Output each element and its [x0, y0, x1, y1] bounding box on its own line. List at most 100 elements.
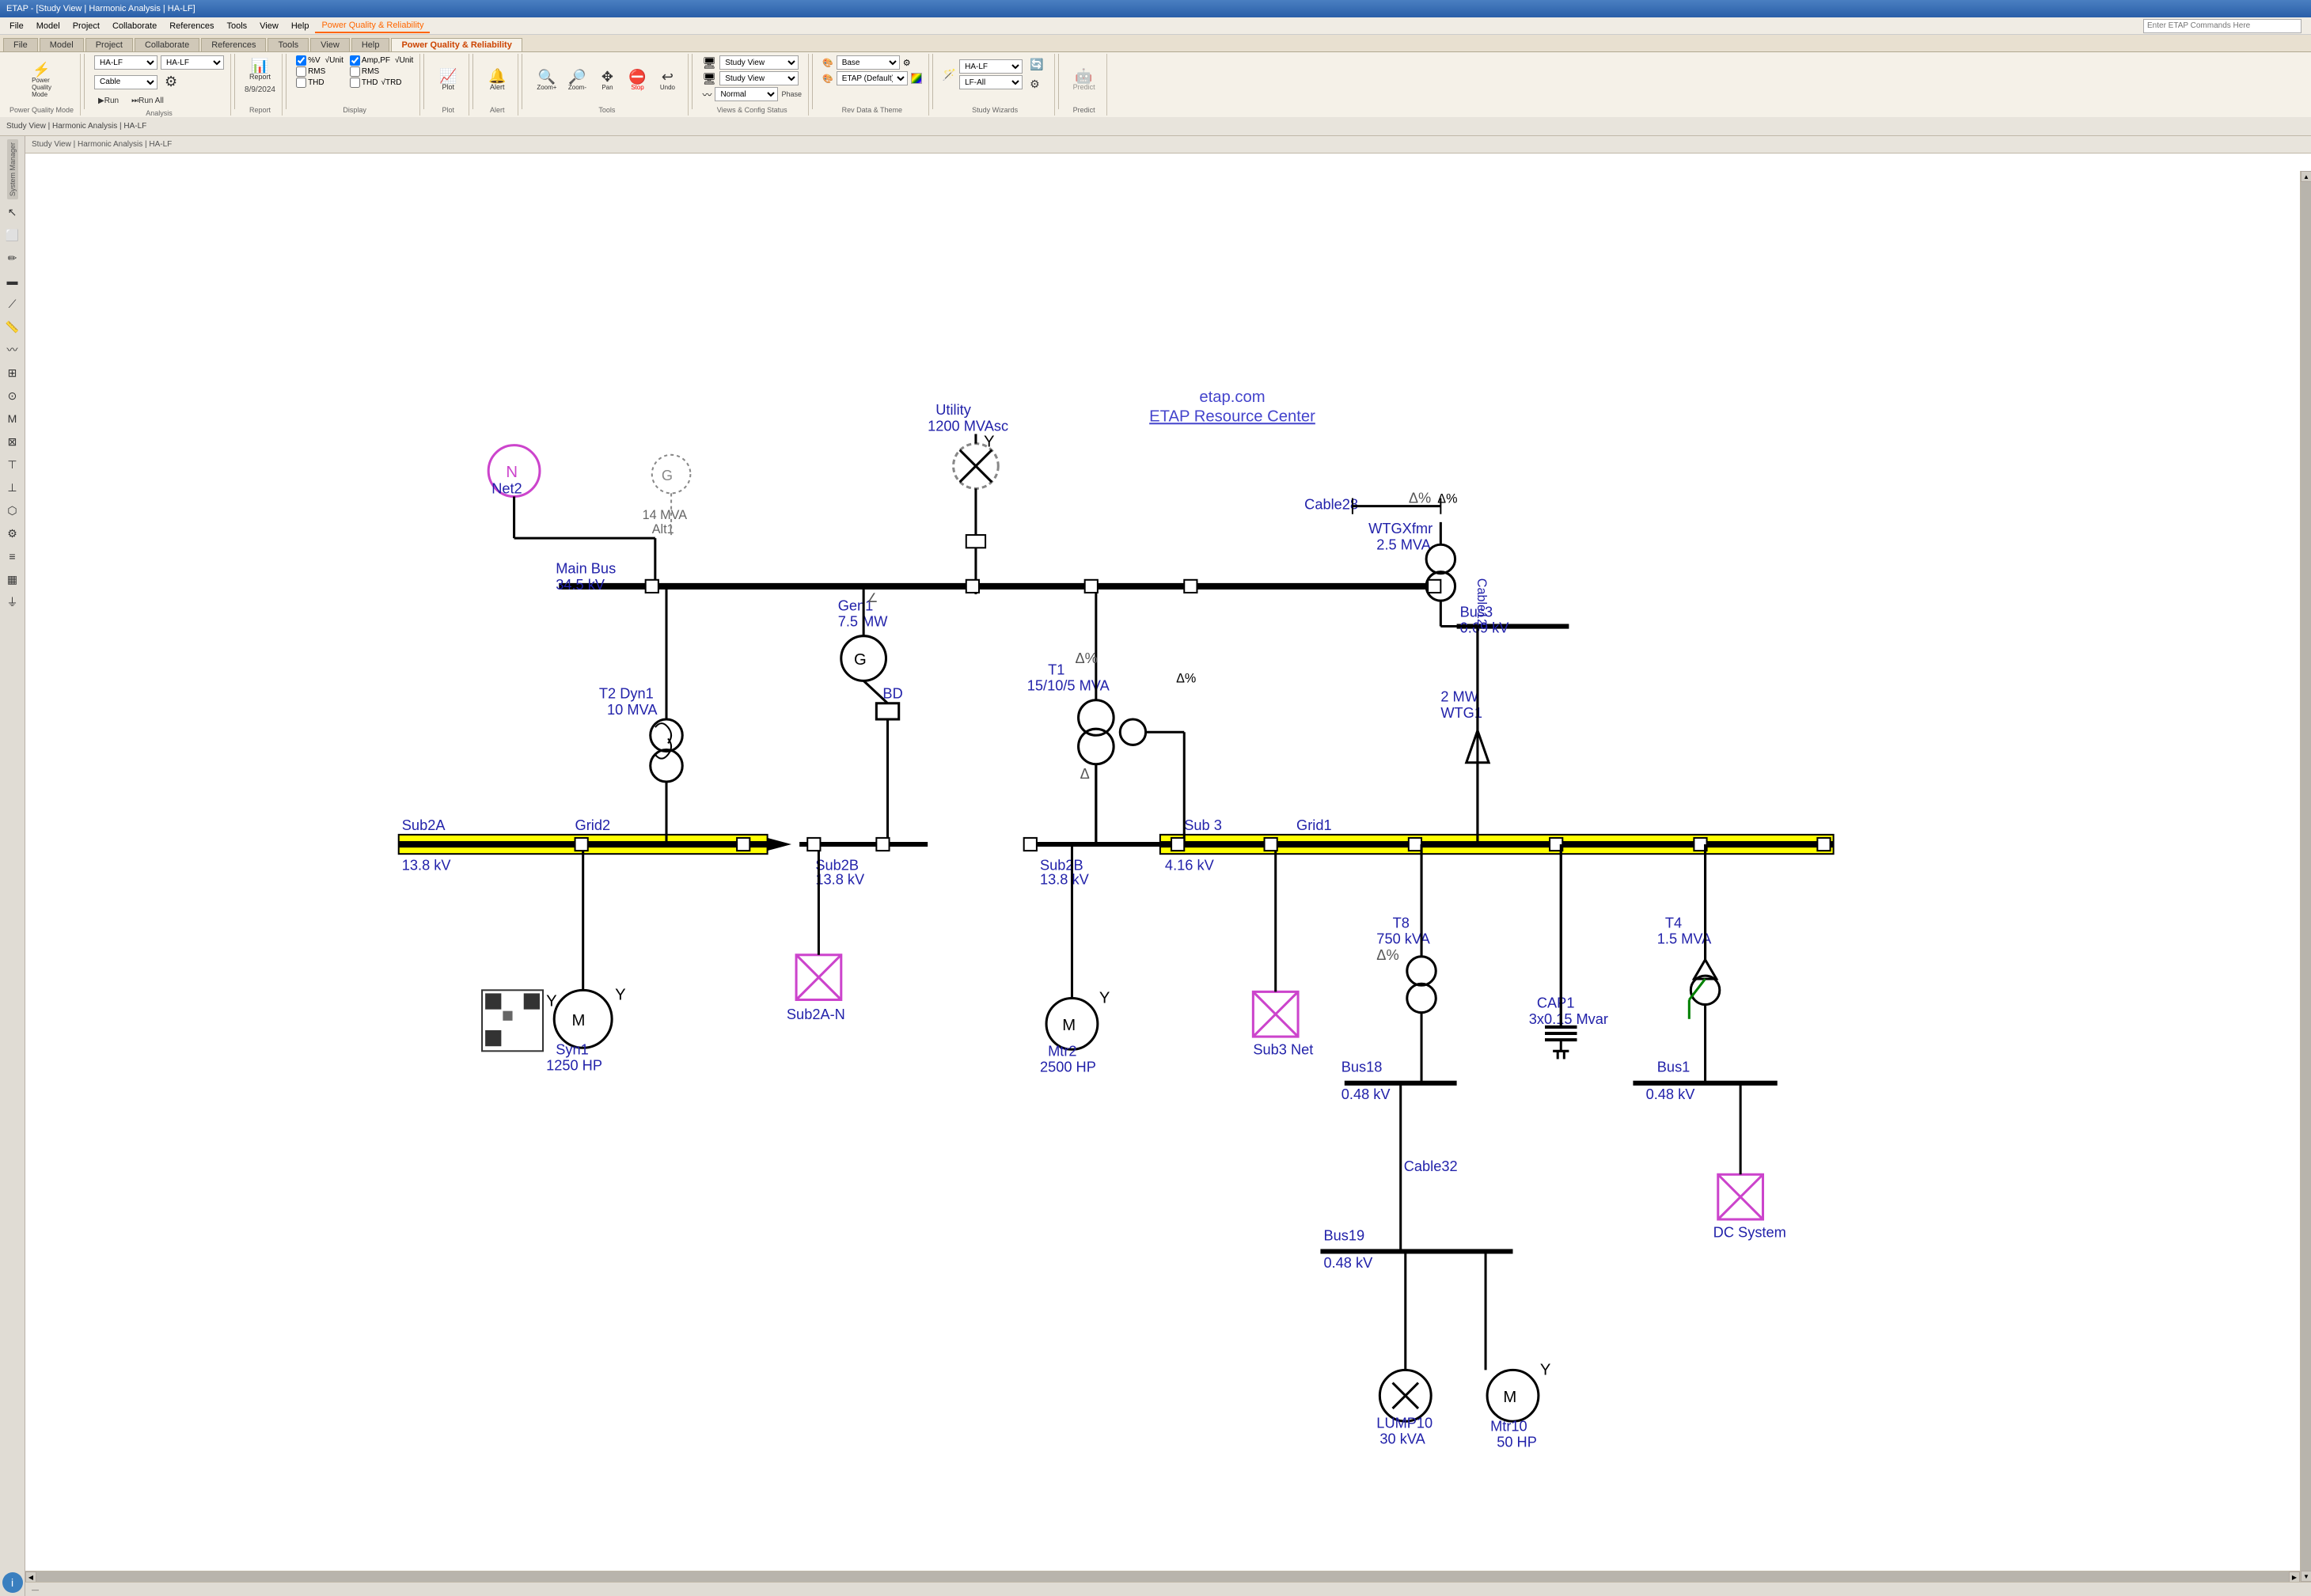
sidebar-load-btn[interactable]: ⊠ [2, 431, 23, 452]
ribbon-tab-pq[interactable]: Power Quality & Reliability [391, 38, 522, 51]
menu-help[interactable]: Help [285, 20, 316, 32]
alert-btn[interactable]: 🔔 Alert [483, 66, 511, 94]
config-icon: 🖥 [702, 72, 716, 85]
analysis-options-btn[interactable]: ⚙ [161, 71, 181, 93]
ribbon-tab-references[interactable]: References [201, 38, 266, 51]
ribbon-tab-project[interactable]: Project [85, 38, 133, 51]
sidebar-connect-btn[interactable]: ⟋ [2, 294, 23, 314]
theme-swatch [911, 73, 922, 84]
menu-model[interactable]: Model [30, 20, 66, 32]
menu-collaborate[interactable]: Collaborate [106, 20, 163, 32]
svg-text:Utility: Utility [935, 401, 971, 418]
ribbon-tab-help[interactable]: Help [351, 38, 390, 51]
rms2-checkbox[interactable] [350, 66, 360, 77]
scroll-up-btn[interactable]: ▲ [2301, 171, 2311, 182]
study-wizard-combo[interactable]: HA-LF [959, 59, 1023, 74]
analysis-type-combo[interactable]: HA-LF [161, 55, 224, 70]
phase-combo[interactable]: Normal [715, 87, 778, 101]
ribbon-tab-collaborate[interactable]: Collaborate [135, 38, 199, 51]
sidebar-pointer-btn[interactable]: ↖ [2, 202, 23, 222]
sidebar-network-btn[interactable]: ⬡ [2, 500, 23, 521]
sidebar-bus-btn[interactable]: ▬ [2, 271, 23, 291]
refresh-btn[interactable]: 🔄 [1026, 55, 1047, 74]
sidebar-motor-btn[interactable]: M [2, 408, 23, 429]
sidebar-transformer-btn[interactable]: ⊞ [2, 362, 23, 383]
view2-combo[interactable]: Study View [719, 71, 799, 85]
svg-text:Δ%: Δ% [1437, 492, 1457, 506]
svg-text:0.48 kV: 0.48 kV [1323, 1254, 1373, 1271]
pan-icon: ✥ [601, 70, 613, 84]
sidebar-qr-btn[interactable]: ▦ [2, 569, 23, 589]
lf-wizard-combo[interactable]: LF-All [959, 75, 1023, 89]
system-manager-label[interactable]: System Manager [7, 139, 18, 199]
ribbon-group-views: 🖥 Study View 🖥 Study View 〰 Normal Phase… [696, 54, 809, 116]
undo-tool-btn[interactable]: ↩ Undo [653, 66, 681, 94]
report-icon: 📊 [251, 59, 268, 73]
pq-mode-button[interactable]: ⚡ PowerQualityMode [27, 59, 56, 101]
menu-bar: File Model Project Collaborate Reference… [0, 17, 2311, 35]
mode-group-label: Power Quality Mode [9, 104, 74, 114]
svg-text:etap.com: etap.com [1199, 389, 1265, 406]
zoom-out-tool-btn[interactable]: 🔎 Zoom- [563, 66, 591, 94]
sidebar-earth-btn[interactable]: ⏚ [2, 592, 23, 612]
ampf-checkbox[interactable] [350, 55, 360, 66]
ribbon-tab-tools[interactable]: Tools [268, 38, 309, 51]
sidebar-cap-btn[interactable]: ⊤ [2, 454, 23, 475]
ribbon-tab-file[interactable]: File [3, 38, 38, 51]
ribbon-group-revdata: 🎨 Base ⚙ 🎨 ETAP (Default) Rev Data & The… [816, 54, 929, 116]
svg-text:DC System: DC System [1713, 1223, 1786, 1240]
sidebar-select-btn[interactable]: ⬜ [2, 225, 23, 245]
sidebar-cable-btn[interactable]: 〰 [2, 339, 23, 360]
ribbon-tab-model[interactable]: Model [40, 38, 84, 51]
base-combo[interactable]: Base [837, 55, 900, 70]
menu-pq[interactable]: Power Quality & Reliability [315, 19, 430, 33]
horizontal-scrollbar[interactable]: ◀ ▶ [25, 1571, 2300, 1582]
menu-file[interactable]: File [3, 20, 30, 32]
thd2-checkbox[interactable] [350, 78, 360, 88]
theme-combo[interactable]: ETAP (Default) [837, 71, 908, 85]
svg-text:Y: Y [1099, 990, 1110, 1007]
sidebar-layers-btn[interactable]: ≡ [2, 546, 23, 567]
thd-checkbox[interactable] [296, 78, 306, 88]
pv-checkbox[interactable] [296, 55, 306, 66]
run-all-btn[interactable]: ⏭ Run All [127, 94, 168, 108]
main-area: System Manager ↖ ⬜ ✏ ▬ ⟋ 📏 〰 ⊞ ⊙ M ⊠ ⊤ ⊥… [0, 136, 2311, 1596]
zoom-in-tool-btn[interactable]: 🔍 Zoom+ [532, 66, 561, 94]
sidebar-settings-btn[interactable]: ⚙ [2, 523, 23, 544]
svg-text:13.8 kV: 13.8 kV [1040, 871, 1090, 888]
svg-text:N: N [506, 464, 518, 481]
analysis-cable-combo[interactable]: Cable [94, 75, 157, 89]
svg-text:Syn1: Syn1 [556, 1041, 589, 1057]
wizard-settings-btn[interactable]: ⚙ [1026, 75, 1047, 93]
stop-tool-btn[interactable]: ⛔ Stop [623, 66, 651, 94]
svg-text:Mtr10: Mtr10 [1490, 1417, 1527, 1434]
sidebar-generator-btn[interactable]: ⊙ [2, 385, 23, 406]
scroll-thumb-h[interactable] [36, 1571, 2289, 1582]
sidebar-info-btn[interactable]: i [2, 1572, 23, 1593]
sidebar-filter-btn[interactable]: ⊥ [2, 477, 23, 498]
rms-checkbox[interactable] [296, 66, 306, 77]
ribbon-tab-view[interactable]: View [310, 38, 350, 51]
run-btn[interactable]: ▶ Run [94, 94, 123, 108]
ribbon-group-report: 📊 Report 8/9/2024 Report [238, 54, 283, 116]
analysis-study-combo[interactable]: HA-LF [94, 55, 157, 70]
sidebar-measure-btn[interactable]: 📏 [2, 317, 23, 337]
predict-btn[interactable]: 🤖 Predict [1068, 66, 1100, 94]
menu-project[interactable]: Project [66, 20, 106, 32]
menu-tools[interactable]: Tools [220, 20, 253, 32]
sep1 [84, 54, 85, 109]
scroll-right-btn[interactable]: ▶ [2289, 1571, 2300, 1583]
menu-references[interactable]: References [163, 20, 220, 32]
scroll-left-btn[interactable]: ◀ [25, 1571, 36, 1583]
command-search[interactable] [2143, 19, 2302, 33]
sidebar-draw-btn[interactable]: ✏ [2, 248, 23, 268]
report-btn[interactable]: 📊 Report [245, 55, 275, 84]
diagram-canvas[interactable]: etap.com ETAP Resource Center Main Bus 3… [25, 154, 2311, 1596]
scroll-down-btn[interactable]: ▼ [2301, 1571, 2311, 1582]
plot-btn[interactable]: 📈 Plot [434, 66, 462, 94]
vertical-scrollbar[interactable]: ▲ ▼ [2300, 171, 2311, 1582]
pan-tool-btn[interactable]: ✥ Pan [593, 66, 621, 94]
menu-view[interactable]: View [253, 20, 285, 32]
view1-combo[interactable]: Study View [719, 55, 799, 70]
scroll-thumb-v[interactable] [2301, 182, 2311, 1571]
